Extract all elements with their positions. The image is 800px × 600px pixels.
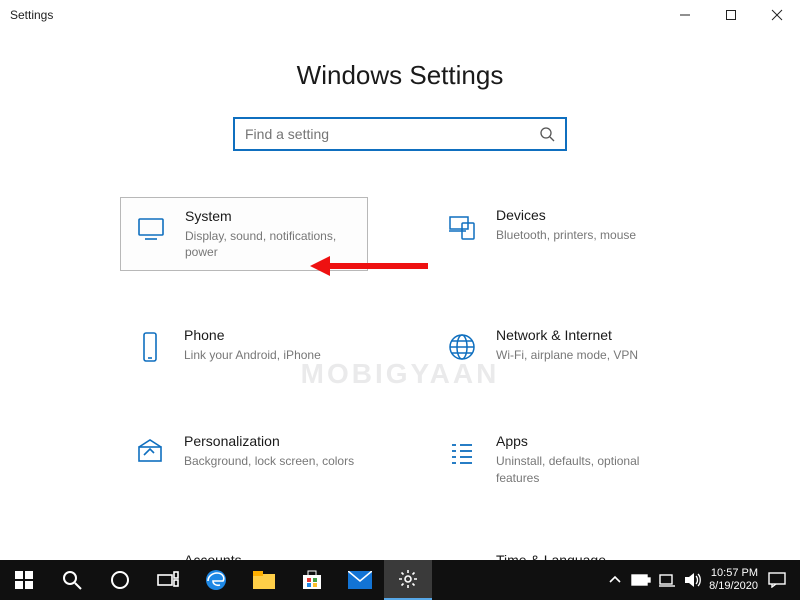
taskbar-right: 10:57 PM 8/19/2020 — [605, 560, 800, 600]
minimize-button[interactable] — [662, 0, 708, 30]
tile-personalization[interactable]: Personalization Background, lock screen,… — [120, 423, 368, 495]
close-button[interactable] — [754, 0, 800, 30]
tile-accounts[interactable]: Accounts — [120, 542, 368, 560]
volume-icon[interactable] — [683, 572, 703, 588]
page-body: Windows Settings MOBIGYAAN — [0, 30, 800, 560]
start-button[interactable] — [0, 560, 48, 600]
tile-title: Personalization — [184, 433, 354, 449]
window-controls — [662, 0, 800, 30]
maximize-button[interactable] — [708, 0, 754, 30]
taskbar-date: 8/19/2020 — [709, 580, 758, 593]
taskbar-search-icon[interactable] — [48, 560, 96, 600]
store-icon[interactable] — [288, 560, 336, 600]
display-icon — [133, 212, 169, 248]
tile-desc: Background, lock screen, colors — [184, 453, 354, 469]
tile-title: Phone — [184, 327, 321, 343]
tile-phone[interactable]: Phone Link your Android, iPhone — [120, 317, 368, 377]
tile-desc: Link your Android, iPhone — [184, 347, 321, 363]
tile-desc: Uninstall, defaults, optional features — [496, 453, 668, 485]
paintbrush-icon — [132, 437, 168, 473]
settings-tiles: System Display, sound, notifications, po… — [120, 197, 680, 560]
window-title: Settings — [10, 8, 53, 22]
action-center-icon[interactable] — [764, 572, 790, 588]
page-title: Windows Settings — [0, 60, 800, 91]
phone-icon — [132, 331, 168, 367]
tile-title: Accounts — [184, 552, 242, 560]
edge-icon[interactable] — [192, 560, 240, 600]
devices-icon — [444, 211, 480, 247]
network-tray-icon[interactable] — [657, 573, 677, 587]
taskbar-clock[interactable]: 10:57 PM 8/19/2020 — [709, 567, 758, 592]
tile-devices[interactable]: Devices Bluetooth, printers, mouse — [432, 197, 680, 271]
taskbar-left — [0, 560, 432, 600]
tile-title: Time & Language — [496, 552, 606, 560]
window-titlebar: Settings — [0, 0, 800, 30]
battery-icon[interactable] — [631, 574, 651, 586]
globe-icon — [444, 331, 480, 367]
task-view-icon[interactable] — [144, 560, 192, 600]
apps-list-icon — [444, 437, 480, 473]
search-icon — [539, 126, 555, 142]
search-input[interactable] — [245, 126, 525, 142]
tile-title: Apps — [496, 433, 668, 449]
taskbar: 10:57 PM 8/19/2020 — [0, 560, 800, 600]
tile-time-language[interactable]: A 字 Time & Language — [432, 542, 680, 560]
tile-network[interactable]: Network & Internet Wi-Fi, airplane mode,… — [432, 317, 680, 377]
callout-arrow — [310, 256, 430, 276]
tile-title: Devices — [496, 207, 636, 223]
tile-title: System — [185, 208, 355, 224]
search-box[interactable] — [233, 117, 567, 151]
tile-desc: Bluetooth, printers, mouse — [496, 227, 636, 243]
file-explorer-icon[interactable] — [240, 560, 288, 600]
tile-desc: Wi-Fi, airplane mode, VPN — [496, 347, 638, 363]
tile-title: Network & Internet — [496, 327, 638, 343]
settings-taskbar-icon[interactable] — [384, 560, 432, 600]
tray-overflow-icon[interactable] — [605, 574, 625, 586]
cortana-icon[interactable] — [96, 560, 144, 600]
mail-icon[interactable] — [336, 560, 384, 600]
taskbar-time: 10:57 PM — [711, 567, 758, 580]
tile-apps[interactable]: Apps Uninstall, defaults, optional featu… — [432, 423, 680, 495]
